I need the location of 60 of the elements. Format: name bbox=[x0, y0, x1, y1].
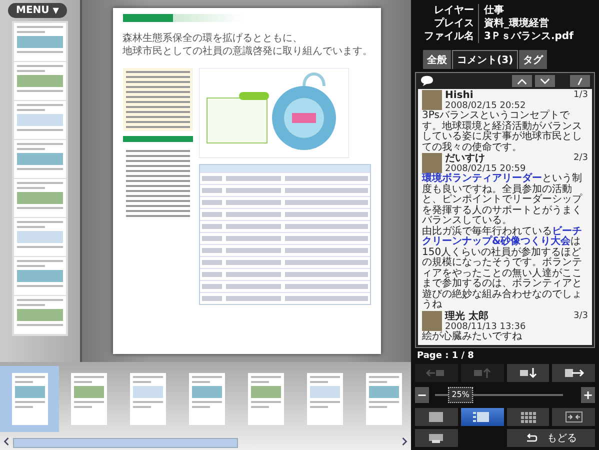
comment-author: 理光 太郎 bbox=[445, 310, 488, 322]
comment-date: 2008/11/13 13:36 bbox=[445, 322, 527, 332]
up-button[interactable] bbox=[512, 75, 532, 87]
print-button[interactable] bbox=[415, 429, 458, 447]
comment-index: 1/3 bbox=[574, 90, 588, 101]
page-thumbnail[interactable] bbox=[14, 218, 66, 256]
exit-page-button[interactable] bbox=[552, 364, 595, 382]
page-thumbnail[interactable] bbox=[14, 179, 66, 217]
return-arrow-icon bbox=[524, 433, 539, 443]
comment-date: 2008/02/15 20:59 bbox=[445, 164, 526, 174]
scrollbar-thumb[interactable] bbox=[13, 438, 238, 448]
comment-text: 由比ガ浜で毎年行われているビーチクリーンナップ&砂像つくり大会は150人くらいの社員が参加するほどの規模になったそうです。ボランティアをやったことの無い人達がここまで参加するのは、ボランティアと遊びの絶妙な組み合わせなのでしょうね bbox=[422, 226, 583, 310]
tab[interactable]: 全般 bbox=[423, 50, 451, 69]
page-thumbnail[interactable] bbox=[14, 257, 66, 295]
comment-date: 2008/02/15 20:52 bbox=[445, 101, 527, 111]
avatar-placeholder bbox=[422, 310, 442, 330]
page-thumbnail[interactable] bbox=[14, 62, 66, 100]
page-indicator: Page : 1 / 8 bbox=[416, 351, 475, 361]
edit-button[interactable] bbox=[570, 75, 590, 87]
grid-view-button[interactable] bbox=[506, 408, 550, 426]
scroll-right-icon[interactable] bbox=[401, 437, 408, 446]
comment-text: 環境ボランティアリーダーという制度も良いですね。全員参加の活動と、ピンポイントでリーダーシップを発揮する人のサポートとがうまくバランスしている。 bbox=[422, 174, 584, 226]
section-bar bbox=[122, 136, 192, 142]
down-button[interactable] bbox=[535, 75, 555, 87]
text-block-drawing bbox=[122, 68, 192, 131]
comment-index: 3/3 bbox=[574, 310, 588, 322]
speech-bubble-icon bbox=[420, 75, 434, 87]
page-headline: 地球市民としての社員の意識啓発に取り組んでいます。 bbox=[122, 45, 372, 58]
zoom-out-button[interactable]: − bbox=[415, 387, 429, 403]
info-value: 3Ｐｓバランス.pdf bbox=[484, 30, 574, 43]
down-page-button[interactable] bbox=[506, 364, 550, 382]
pen-icon bbox=[575, 78, 585, 84]
info-label: プレイス bbox=[421, 17, 479, 30]
tab[interactable]: タグ bbox=[519, 50, 548, 69]
comment-author: Hishi bbox=[445, 90, 474, 101]
menu-button[interactable]: MENU ▼ bbox=[8, 3, 67, 18]
page-thumbnail[interactable] bbox=[14, 101, 66, 139]
page-thumbnail[interactable] bbox=[14, 23, 66, 61]
zoom-in-button[interactable]: + bbox=[581, 387, 595, 403]
info-value: 資料_環境経営 bbox=[484, 17, 550, 30]
page-thumbnail[interactable] bbox=[14, 140, 66, 178]
scroll-left-icon[interactable] bbox=[3, 437, 10, 446]
fit-view-button[interactable] bbox=[552, 408, 595, 426]
info-label: レイヤー bbox=[421, 4, 479, 17]
page-headline: 森林生態系保全の環を拡げるとともに、 bbox=[122, 32, 302, 45]
back-button[interactable]: もどる bbox=[506, 429, 595, 447]
avatar-placeholder bbox=[422, 153, 442, 173]
comment-text: 3Psバランスというコンセプトです。地球環境と経済活動がバランスしている姿に戻す事が地球市民としての我々の使命です。 bbox=[422, 111, 583, 153]
info-value: 仕事 bbox=[484, 4, 505, 17]
info-label: ファイル名 bbox=[421, 30, 479, 43]
comment-index: 2/3 bbox=[574, 153, 588, 164]
zoom-slider[interactable]: 25% bbox=[435, 387, 563, 403]
avatar-placeholder bbox=[422, 90, 442, 110]
comment-author: だいすけ bbox=[445, 153, 485, 164]
page-thumbnail[interactable] bbox=[0, 366, 59, 432]
tab[interactable]: コメント(3) bbox=[452, 50, 518, 69]
page-thumbnail[interactable] bbox=[14, 296, 66, 334]
comment-text: 絵が心臓みたいですね bbox=[422, 332, 523, 342]
single-view-button[interactable] bbox=[415, 408, 458, 426]
list-view-button[interactable] bbox=[460, 408, 504, 426]
